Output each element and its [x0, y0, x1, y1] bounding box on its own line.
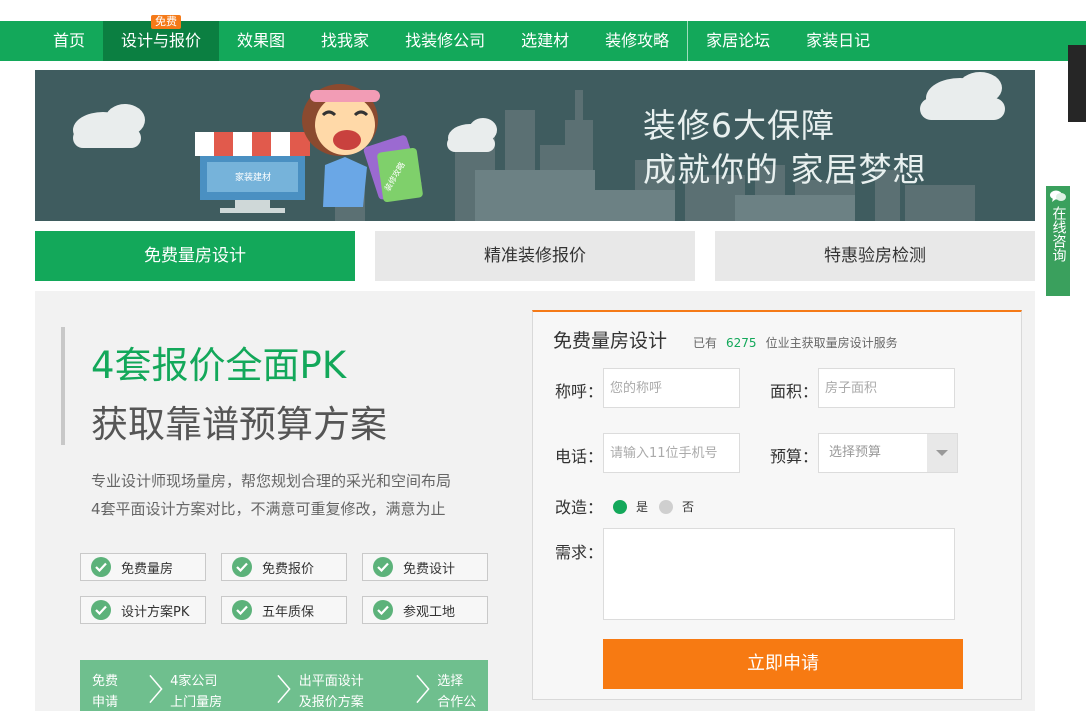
feature-item: 设计方案PK — [80, 596, 206, 624]
feature-item: 免费量房 — [80, 553, 206, 581]
nav-item-find-home[interactable]: 找我家 — [303, 21, 387, 61]
feature-item: 免费设计 — [362, 553, 488, 581]
check-icon — [232, 600, 252, 620]
nav-item-find-company[interactable]: 找装修公司 — [387, 21, 503, 61]
step-item: 选择 合作公司 — [437, 674, 477, 710]
phone-input[interactable] — [603, 433, 740, 473]
name-input[interactable] — [603, 368, 740, 408]
banner-slogan-line1: 装修6大保障 — [643, 106, 835, 145]
promo-description: 专业设计师现场量房，帮您规划合理的采光和空间布局 4套平面设计方案对比，不满意可… — [91, 472, 452, 518]
tab-precise-quote[interactable]: 精准装修报价 — [375, 231, 695, 281]
headline-gray: 获取靠谱预算方案 — [91, 403, 387, 446]
feature-item: 免费报价 — [221, 553, 347, 581]
nav-item-guide[interactable]: 装修攻略 — [587, 21, 687, 61]
nav-item-forum[interactable]: 家居论坛 — [687, 21, 788, 61]
svg-text:家装建材: 家装建材 — [235, 171, 271, 183]
main-panel: 4套报价全面PK 获取靠谱预算方案 专业设计师现场量房，帮您规划合理的采光和空间… — [35, 291, 1035, 711]
banner-slogan: 装修6大保障 成就你的 家居梦想 — [643, 104, 927, 192]
step-item: 4家公司 上门量房 — [170, 674, 223, 710]
chevron-down-icon — [936, 450, 948, 456]
side-dark-tab[interactable] — [1068, 45, 1086, 122]
apply-now-button[interactable]: 立即申请 — [603, 639, 963, 689]
measure-design-form: 免费量房设计 已有6275位业主获取量房设计服务 称呼： 面积： 电话： 预算：… — [532, 310, 1022, 700]
service-tabs: 免费量房设计 精准装修报价 特惠验房检测 — [35, 231, 1035, 281]
step-item: 出平面设计 及报价方案 — [298, 674, 364, 710]
banner-slogan-line2: 成就你的 家居梦想 — [643, 150, 927, 189]
free-badge: 免费 — [151, 15, 182, 29]
tab-free-measure-design[interactable]: 免费量房设计 — [35, 231, 355, 281]
chevron-right-icon — [277, 674, 291, 704]
feature-item: 五年质保 — [221, 596, 347, 624]
area-input[interactable] — [818, 368, 955, 408]
form-title: 免费量房设计 — [553, 330, 668, 352]
chevron-right-icon — [148, 674, 163, 704]
renovate-no-radio[interactable]: 否 — [659, 498, 694, 515]
area-label: 面积： — [770, 382, 819, 401]
name-label: 称呼： — [555, 382, 604, 401]
chevron-right-icon — [416, 674, 430, 704]
budget-select[interactable]: 选择预算 — [818, 433, 958, 473]
online-consult-button[interactable]: 在线咨询 — [1046, 186, 1070, 296]
chat-bubble-icon — [1050, 190, 1066, 202]
applicant-count: 6275 — [726, 336, 757, 350]
form-stat: 已有 6275 位业主获取量房设计服务 — [693, 336, 898, 350]
feature-list: 免费量房 免费报价 免费设计 设计方案PK 五年质保 参观工地 — [80, 553, 490, 624]
radio-checked-icon — [613, 499, 627, 514]
tab-house-inspection[interactable]: 特惠验房检测 — [715, 231, 1035, 281]
need-textarea[interactable] — [603, 528, 955, 620]
nav-item-diary[interactable]: 家装日记 — [788, 21, 888, 61]
nav-item-home[interactable]: 首页 — [35, 21, 103, 61]
phone-label: 电话： — [555, 447, 604, 466]
nav-item-renderings[interactable]: 效果图 — [219, 21, 303, 61]
check-icon — [232, 557, 252, 577]
nav-item-materials[interactable]: 选建材 — [503, 21, 587, 61]
budget-label: 预算： — [770, 447, 819, 466]
radio-unchecked-icon — [659, 499, 673, 514]
page: 首页 免费 设计与报价 效果图 找我家 找装修公司 选建材 装修攻略 家居论坛 … — [0, 0, 1086, 711]
check-icon — [373, 600, 393, 620]
check-icon — [91, 557, 111, 577]
nav-item-design-quote[interactable]: 免费 设计与报价 — [103, 15, 220, 61]
step-item: 免费 申请 — [92, 674, 119, 710]
need-label: 需求： — [555, 543, 604, 562]
hero-banner: 家装建材 装修攻略 装修6大保障 成就你的 家居梦想 — [35, 70, 1035, 221]
check-icon — [373, 557, 393, 577]
headline-green: 4套报价全面PK — [91, 344, 347, 387]
renovate-yes-radio[interactable]: 是 — [613, 498, 648, 515]
renovate-label: 改造： — [555, 498, 604, 517]
headline-bar — [61, 327, 65, 445]
feature-item: 参观工地 — [362, 596, 488, 624]
top-nav: 首页 免费 设计与报价 效果图 找我家 找装修公司 选建材 装修攻略 家居论坛 … — [0, 15, 1086, 61]
process-steps: 免费 申请 4家公司 上门量房 出平面设计 及报价方案 选择 合作公司 — [80, 660, 488, 711]
check-icon — [91, 600, 111, 620]
online-consult-label: 在线咨询 — [1050, 206, 1067, 262]
